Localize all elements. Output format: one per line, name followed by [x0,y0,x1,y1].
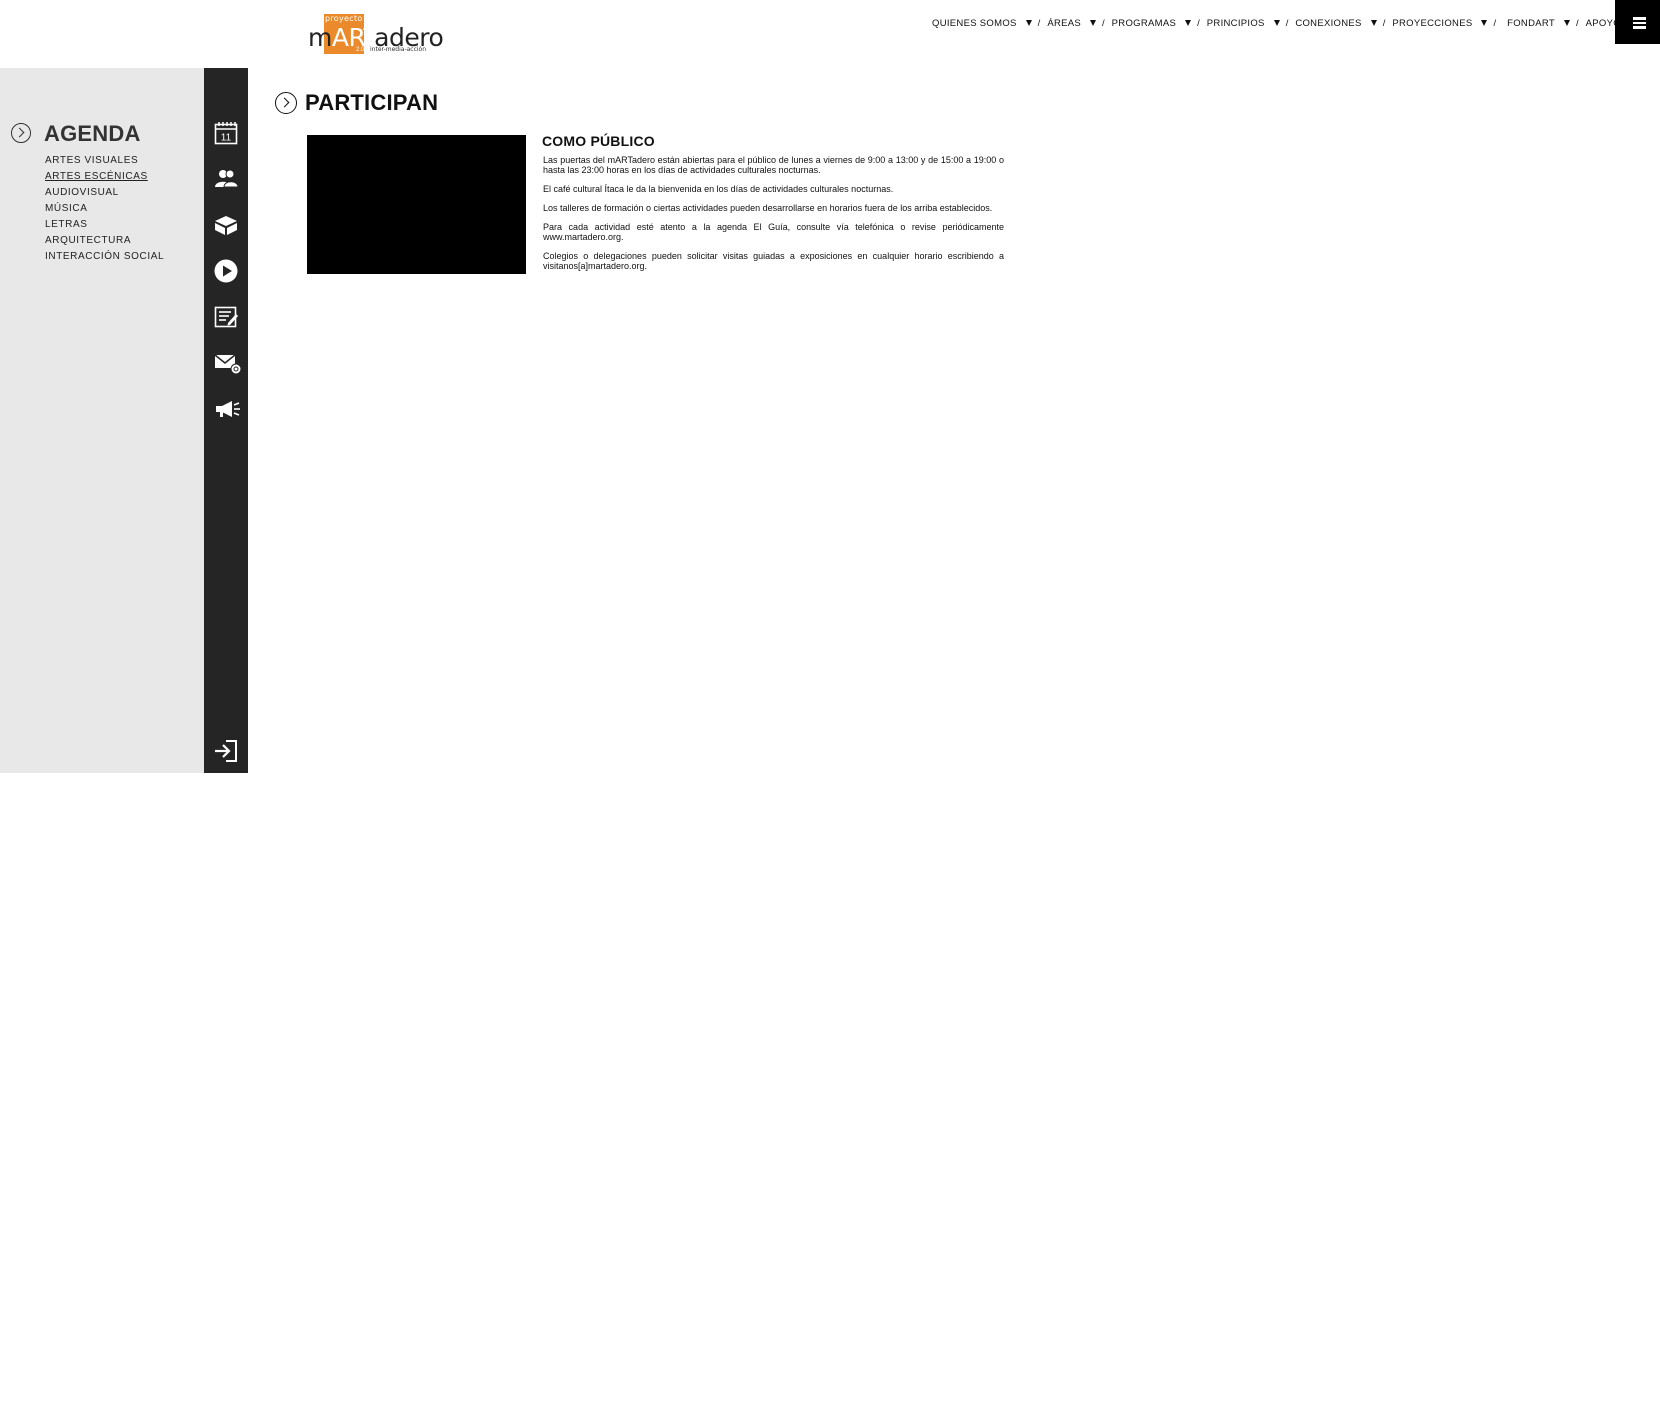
logo[interactable]: proyecto mARTadero 2.0 inter-media-acció… [308,12,444,56]
category-artes-visuales[interactable]: ARTES VISUALES [45,153,164,169]
category-interaccion-social[interactable]: INTERACCIÓN SOCIAL [45,249,164,265]
chevron-right-circle-icon [11,123,31,143]
caret-down-icon [1185,20,1192,26]
calendar-icon[interactable]: 11 [214,121,238,145]
caret-down-icon [1025,20,1032,26]
article-paragraph: Los talleres de formación o ciertas acti… [543,203,993,213]
nav-separator: / [1382,17,1386,29]
nav-separator: / [1197,17,1200,29]
box-icon[interactable] [214,213,238,237]
nav-proyecciones[interactable]: PROYECCIONES [1392,18,1488,29]
category-musica[interactable]: MÚSICA [45,201,164,217]
caret-down-icon [1370,20,1377,26]
mail-icon[interactable] [214,351,242,375]
category-letras[interactable]: LETRAS [45,217,164,233]
agenda-title[interactable]: AGENDA [44,121,141,147]
menu-bar [1633,17,1646,20]
nav-separator: / [1493,17,1497,29]
article-paragraph: Colegios o delegaciones pueden solicitar… [543,251,1004,271]
menu-bar [1633,26,1646,29]
nav-separator: / [1037,17,1041,29]
hamburger-menu-button[interactable] [1615,0,1660,44]
article-paragraph: El café cultural Ítaca le da la bienveni… [543,184,894,194]
nav-conexiones[interactable]: CONEXIONES [1295,18,1377,29]
megaphone-icon[interactable] [214,397,242,421]
agenda-arrow-icon[interactable] [11,123,31,143]
nav-programas[interactable]: PROGRAMAS [1112,18,1192,29]
category-arquitectura[interactable]: ARQUITECTURA [45,233,164,249]
article-paragraph: Para cada actividad esté atento a la age… [543,222,1004,242]
category-audiovisual[interactable]: AUDIOVISUAL [45,185,164,201]
logo-small-text: proyecto [325,14,363,23]
icon-rail: 11 [204,68,248,773]
chevron-right-circle-icon [275,92,297,114]
logo-tagline: inter-media-acción [370,46,427,53]
nav-separator: / [1102,17,1105,29]
nav-principios[interactable]: PRINCIPIOS [1207,18,1280,29]
top-navigation: QUIENES SOMOS / ÁREAS / PROGRAMAS / PRIN… [932,17,1652,29]
people-icon[interactable] [214,167,239,191]
article: COMO PÚBLICO Las puertas del mARTadero e… [542,133,1004,280]
nav-fondart[interactable]: FONDART [1507,18,1570,29]
agenda-category-list: ARTES VISUALES ARTES ESCÉNICAS AUDIOVISU… [45,153,164,265]
caret-down-icon [1090,20,1097,26]
nav-separator: / [1285,17,1289,29]
nav-areas[interactable]: ÁREAS [1047,18,1097,29]
article-heading: COMO PÚBLICO [542,133,655,149]
notepad-icon[interactable] [214,305,238,329]
login-icon[interactable] [214,739,238,763]
category-artes-escenicas[interactable]: ARTES ESCÉNICAS [45,169,164,185]
calendar-day: 11 [221,133,232,144]
agenda-sidebar: AGENDA ARTES VISUALES ARTES ESCÉNICAS AU… [0,68,204,773]
page-title: PARTICIPAN [305,90,439,115]
caret-down-icon [1563,20,1570,26]
menu-bar [1633,21,1646,24]
nav-separator: / [1575,17,1579,29]
article-paragraph: Las puertas del mARTadero están abiertas… [543,155,1004,175]
caret-down-icon [1481,20,1488,26]
nav-quienes-somos[interactable]: QUIENES SOMOS [932,18,1032,29]
play-icon[interactable] [214,259,238,283]
logo-version: 2.0 [356,47,365,53]
media-placeholder [307,135,526,274]
caret-down-icon [1273,20,1280,26]
site-header: proyecto mARTadero 2.0 inter-media-acció… [0,0,1660,68]
